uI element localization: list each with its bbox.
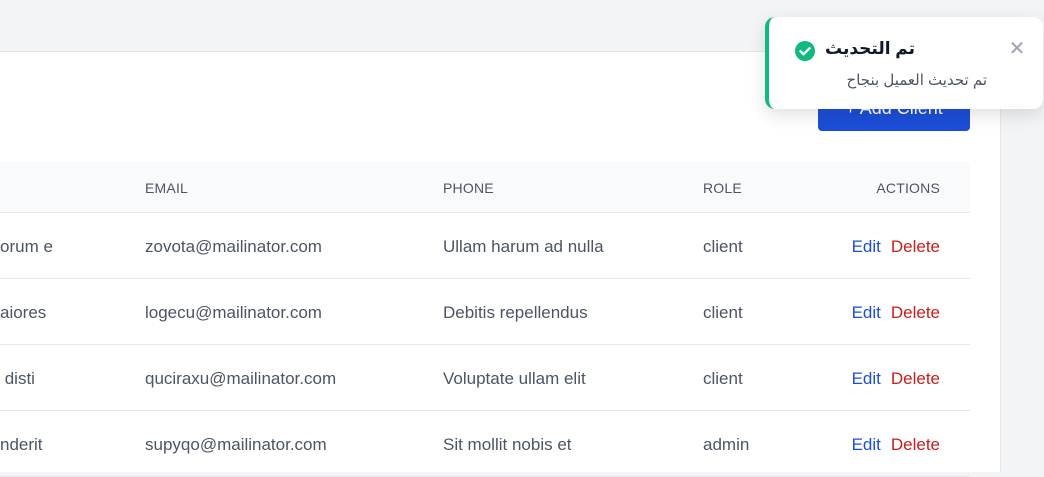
cell-role: client (703, 303, 743, 322)
cell-name: nderit (0, 435, 43, 454)
table-row: aiores logecu@mailinator.com Debitis rep… (0, 279, 970, 345)
table-header: EMAIL PHONE ROLE ACTIONS (0, 162, 970, 213)
cell-name: orum e (0, 237, 53, 256)
toast-title: تم التحديث (824, 39, 915, 58)
cell-phone: Sit mollit nobis et (443, 435, 572, 454)
cell-phone: Debitis repellendus (443, 303, 588, 322)
cell-phone: Voluptate ullam elit (443, 369, 586, 388)
edit-link[interactable]: Edit (852, 303, 881, 322)
row-actions: Edit Delete (852, 303, 940, 323)
column-phone: PHONE (443, 180, 494, 196)
cell-phone: Ullam harum ad nulla (443, 237, 604, 256)
cell-role: admin (703, 435, 750, 454)
table-row: orum e zovota@mailinator.com Ullam harum… (0, 213, 970, 279)
cell-email: supyqo@mailinator.com (145, 435, 327, 454)
cell-email: zovota@mailinator.com (145, 237, 322, 256)
edit-link[interactable]: Edit (852, 435, 881, 454)
row-actions: Edit Delete (852, 369, 940, 389)
delete-link[interactable]: Delete (891, 237, 940, 256)
close-icon[interactable]: ✕ (1007, 39, 1027, 59)
cell-role: client (703, 369, 743, 388)
row-actions: Edit Delete (852, 435, 940, 455)
cell-name: aiores (0, 303, 47, 322)
cell-name: disti (0, 369, 35, 388)
delete-link[interactable]: Delete (891, 435, 940, 454)
column-email: EMAIL (145, 180, 189, 196)
clients-table: EMAIL PHONE ROLE ACTIONS orum e zovota@m… (0, 162, 970, 477)
edit-link[interactable]: Edit (852, 369, 881, 388)
table-row: disti quciraxu@mailinator.com Voluptate … (0, 345, 970, 411)
check-circle-icon (795, 41, 815, 61)
table-row: nderit supyqo@mailinator.com Sit mollit … (0, 411, 970, 477)
success-toast: ✕ تم التحديث تم تحديث العميل بنجاح (765, 17, 1043, 109)
column-role: ROLE (703, 180, 742, 196)
delete-link[interactable]: Delete (891, 303, 940, 322)
cell-email: logecu@mailinator.com (145, 303, 322, 322)
cell-role: client (703, 237, 743, 256)
cell-email: quciraxu@mailinator.com (145, 369, 337, 388)
delete-link[interactable]: Delete (891, 369, 940, 388)
toast-message: تم تحديث العميل بنجاح (846, 72, 987, 89)
row-actions: Edit Delete (852, 237, 940, 257)
column-actions: ACTIONS (876, 180, 940, 196)
edit-link[interactable]: Edit (852, 237, 881, 256)
